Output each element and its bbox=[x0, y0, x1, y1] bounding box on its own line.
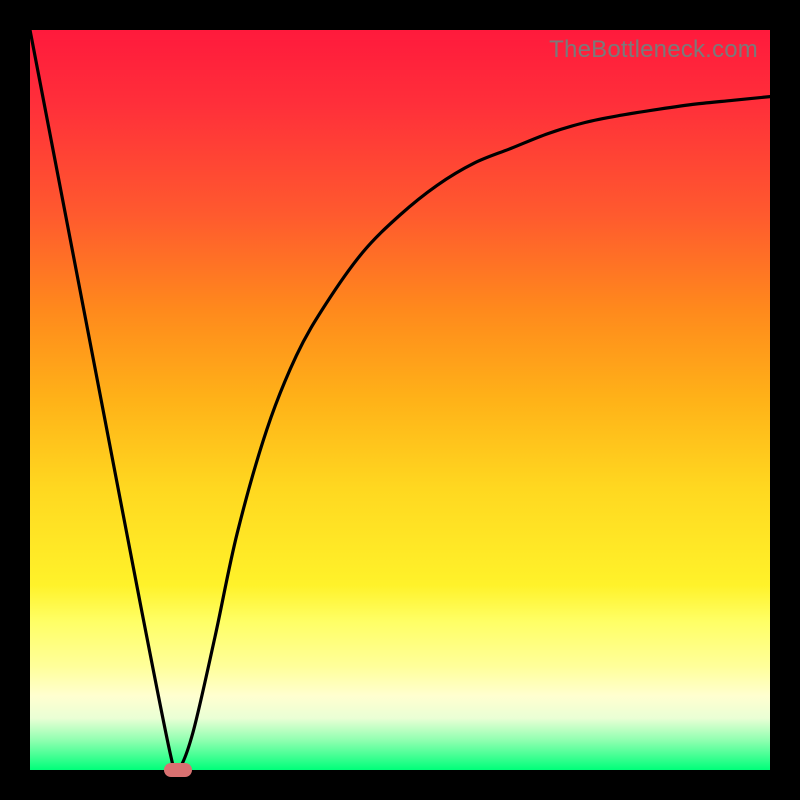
optimum-marker bbox=[164, 763, 192, 777]
bottleneck-curve bbox=[30, 30, 770, 770]
plot-area: TheBottleneck.com bbox=[30, 30, 770, 770]
chart-frame: TheBottleneck.com bbox=[0, 0, 800, 800]
